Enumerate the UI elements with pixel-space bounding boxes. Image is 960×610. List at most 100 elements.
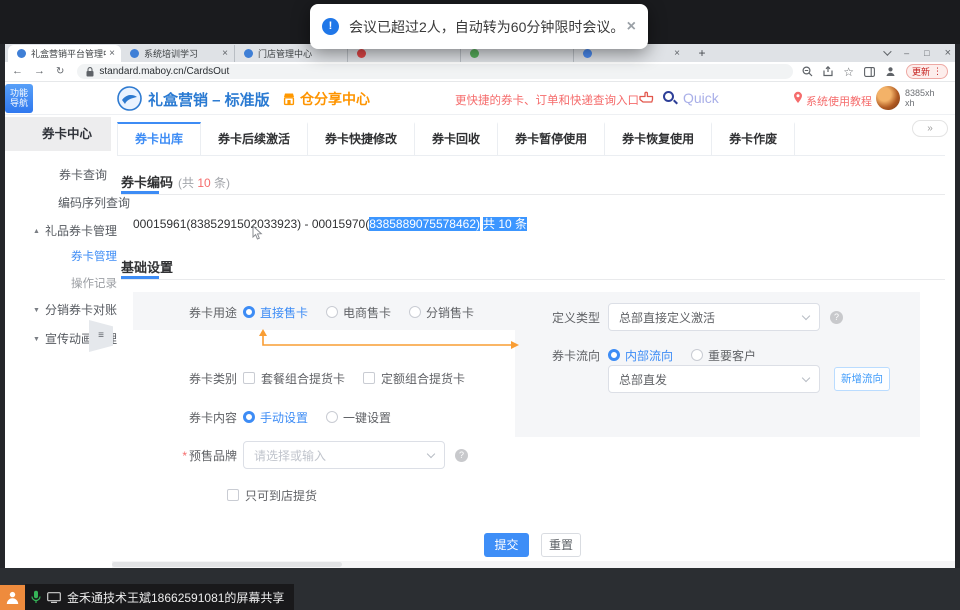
checkbox-combo-package[interactable]: 套餐组合提货卡 [243, 370, 345, 387]
add-flow-button[interactable]: 新增流向 [834, 367, 890, 391]
horizontal-scrollbar[interactable] [112, 561, 955, 568]
triangle-down-icon: ▼ [33, 326, 40, 353]
tab-card-void[interactable]: 券卡作废 [712, 122, 795, 155]
sidebar-title: 券卡中心 [5, 117, 111, 151]
checkbox-icon [363, 372, 375, 384]
usage-row: 券卡用途 直接售卡 电商售卡 分销售卡 [133, 304, 492, 320]
help-icon[interactable]: ? [830, 311, 843, 324]
function-nav-toggle[interactable]: 功能 导航 [5, 84, 33, 113]
radio-distribution-sale[interactable]: 分销售卡 [409, 304, 474, 321]
side-panel-icon[interactable] [864, 67, 875, 77]
window-minimize-button[interactable]: – [904, 48, 909, 58]
browser-tab-training[interactable]: 系统培训学习 × [121, 45, 234, 62]
tab-follow-activate[interactable]: 券卡后续激活 [201, 122, 308, 155]
tab-search-icon[interactable] [883, 47, 891, 55]
card-code-range: 00015961(8385291502033923) - 00015970(83… [133, 215, 527, 232]
system-tutorial-link[interactable]: 系统使用教程 [806, 93, 872, 109]
participant-tile [0, 585, 25, 610]
person-icon [5, 590, 20, 605]
zoom-icon[interactable] [802, 66, 813, 77]
flow-select[interactable]: 总部直发 [608, 365, 820, 393]
triangle-up-icon: ▲ [33, 218, 40, 245]
definition-type-select[interactable]: 总部直接定义激活 [608, 303, 820, 331]
chevron-down-icon [427, 450, 435, 458]
site-favicon-icon [583, 49, 592, 58]
share-icon[interactable] [823, 66, 833, 77]
forward-button[interactable]: → [34, 66, 45, 77]
card-action-tabs: 券卡出库 券卡后续激活 券卡快捷修改 券卡回收 券卡暂停使用 券卡恢复使用 券卡… [117, 122, 795, 155]
app-header: 功能 导航 礼盒营销 – 标准版 仓分享中心 更快捷的券卡、订单和快递查询入口 … [5, 82, 955, 115]
window-close-button[interactable]: × [945, 47, 951, 59]
new-tab-button[interactable]: + [694, 46, 710, 62]
pointing-hand-icon [639, 91, 654, 109]
tab-close-icon[interactable]: × [674, 48, 680, 59]
tab-card-suspend[interactable]: 券卡暂停使用 [498, 122, 605, 155]
user-avatar[interactable] [876, 86, 900, 110]
checkbox-store-pickup-only[interactable]: 只可到店提货 [227, 487, 317, 504]
browser-toolbar: ← → ↻ standard.maboy.cn/CardsOut ☆ [5, 62, 955, 82]
checkbox-fixed-amount[interactable]: 定额组合提货卡 [363, 370, 465, 387]
reload-button[interactable]: ↻ [56, 67, 64, 77]
card-flow-row: 券卡流向 内部流向 重要客户 [550, 347, 774, 363]
tab-quick-modify[interactable]: 券卡快捷修改 [308, 122, 415, 155]
flow-select-row: 总部直发 新增流向 [608, 365, 890, 393]
share-center-link[interactable]: 仓分享中心 [282, 89, 370, 109]
scrollbar-thumb[interactable] [112, 562, 342, 567]
tab-card-recycle[interactable]: 券卡回收 [415, 122, 498, 155]
radio-icon [326, 411, 338, 423]
user-name: 8385xh xh [905, 88, 935, 108]
sidebar-group-promo-anim[interactable]: ▼ 宣传动画管理 [5, 326, 155, 353]
site-favicon-icon [130, 49, 139, 58]
radio-manual-setup[interactable]: 手动设置 [243, 409, 308, 426]
reset-button[interactable]: 重置 [541, 533, 581, 557]
radio-ecommerce-sale[interactable]: 电商售卡 [326, 304, 391, 321]
address-bar[interactable]: standard.maboy.cn/CardsOut [77, 64, 793, 79]
tab-close-icon[interactable]: × [109, 48, 115, 59]
tab-cards-out[interactable]: 券卡出库 [117, 122, 201, 155]
app-logo-icon [117, 86, 142, 116]
tabs-divider [117, 155, 945, 156]
window-maximize-button[interactable]: □ [924, 48, 929, 58]
selected-text: 8385889075578462) [369, 217, 480, 231]
shop-icon [282, 92, 296, 106]
expand-more-button[interactable]: » [912, 120, 948, 137]
menu-dots-icon: ⋮ [933, 66, 942, 77]
selected-count-badge: 共 10 条 [483, 217, 527, 231]
toast-close-icon[interactable]: × [627, 18, 636, 36]
category-row: 券卡类别 套餐组合提货卡 定额组合提货卡 [133, 370, 483, 386]
chevron-down-icon [802, 374, 810, 382]
tab-close-icon[interactable]: × [222, 48, 228, 59]
radio-icon [326, 306, 338, 318]
radio-key-customer[interactable]: 重要客户 [691, 347, 756, 364]
help-icon[interactable]: ? [455, 449, 468, 462]
tab-card-resume[interactable]: 券卡恢复使用 [605, 122, 712, 155]
checkbox-icon [243, 372, 255, 384]
quick-search-label[interactable]: Quick [683, 90, 719, 106]
mouse-cursor [252, 225, 263, 246]
checkbox-icon [227, 489, 239, 501]
bookmark-star-icon[interactable]: ☆ [843, 66, 854, 78]
section-divider [121, 194, 945, 195]
site-favicon-icon [244, 49, 253, 58]
site-favicon-icon [470, 49, 479, 58]
chrome-update-button[interactable]: 更新 ⋮ [906, 64, 948, 79]
submit-button[interactable]: 提交 [484, 533, 529, 557]
brand-select[interactable]: 请选择或输入 [243, 441, 445, 469]
radio-icon [409, 306, 421, 318]
radio-one-click-setup[interactable]: 一键设置 [326, 409, 391, 426]
lock-icon [86, 67, 94, 77]
radio-direct-sale[interactable]: 直接售卡 [243, 304, 308, 321]
triangle-down-icon: ▼ [33, 297, 40, 324]
site-favicon-icon [17, 49, 26, 58]
profile-icon[interactable] [885, 66, 896, 77]
radio-internal-flow[interactable]: 内部流向 [608, 347, 673, 364]
screen-share-icon [47, 592, 61, 603]
screen-share-banner: 金禾通技术王斌18662591081的屏幕共享 [25, 584, 294, 610]
info-icon: ! [322, 18, 339, 35]
back-button[interactable]: ← [12, 66, 23, 77]
required-mark: * [182, 449, 187, 463]
radio-icon [243, 306, 255, 318]
quick-search-icon[interactable] [663, 91, 674, 102]
app-title: 礼盒营销 – 标准版 [148, 89, 270, 110]
browser-tab-gift-admin[interactable]: 礼盒营销平台管理中心 × [8, 45, 121, 62]
